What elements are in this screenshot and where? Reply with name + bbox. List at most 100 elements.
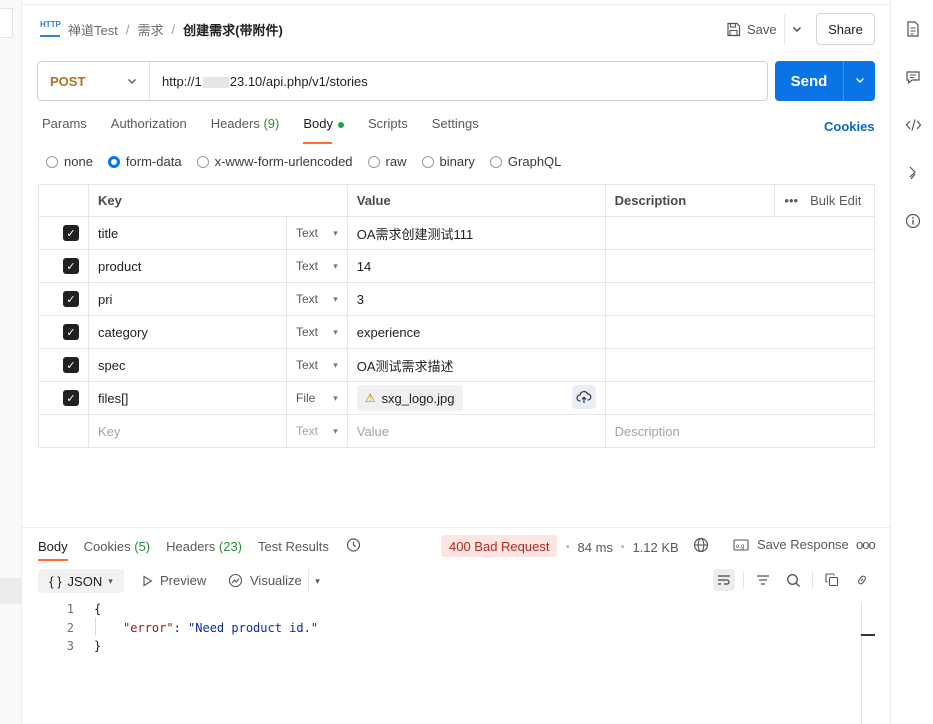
- response-tab-body[interactable]: Body: [38, 539, 68, 561]
- type-cell[interactable]: Text ▾: [285, 216, 348, 250]
- more-options-icon[interactable]: ooo: [856, 537, 876, 552]
- description-cell[interactable]: [604, 249, 876, 283]
- response-time[interactable]: 84 ms: [578, 540, 613, 555]
- response-tab-cookies[interactable]: Cookies (5): [84, 539, 150, 554]
- radio-form-data[interactable]: [107, 155, 120, 168]
- type-select[interactable]: Text ▾: [296, 325, 338, 339]
- tab-authorization[interactable]: Authorization: [111, 116, 187, 138]
- key-cell[interactable]: files[]: [88, 381, 287, 415]
- filter-icon[interactable]: [752, 569, 774, 591]
- bulk-edit-button[interactable]: ••• Bulk Edit: [784, 193, 865, 208]
- method-select[interactable]: POST: [38, 62, 150, 100]
- response-tab-test-results[interactable]: Test Results: [258, 539, 329, 554]
- type-select[interactable]: Text ▾: [296, 424, 338, 438]
- save-response-button[interactable]: e.g Save Response: [733, 537, 849, 552]
- type-select[interactable]: File ▾: [296, 391, 338, 405]
- key-placeholder[interactable]: Key: [88, 414, 287, 448]
- history-icon[interactable]: [345, 537, 361, 556]
- value-cell[interactable]: OA测试需求描述: [346, 348, 606, 382]
- row-checkbox[interactable]: ✓: [63, 357, 79, 373]
- code-icon[interactable]: [904, 116, 922, 134]
- send-options-button[interactable]: [844, 75, 875, 88]
- key-cell[interactable]: title: [88, 216, 287, 250]
- request-title[interactable]: 创建需求(带附件): [183, 20, 283, 39]
- value-placeholder[interactable]: Value: [346, 414, 606, 448]
- cloud-upload-icon[interactable]: [571, 385, 596, 409]
- search-icon[interactable]: [782, 569, 804, 591]
- radio-none[interactable]: [46, 155, 58, 168]
- response-divider[interactable]: [22, 527, 890, 528]
- key-cell[interactable]: category: [88, 315, 287, 349]
- type-select[interactable]: Text ▾: [296, 226, 338, 240]
- type-select[interactable]: Text ▾: [296, 259, 338, 273]
- key-cell[interactable]: pri: [88, 282, 287, 316]
- row-checkbox[interactable]: ✓: [63, 291, 79, 307]
- row-checkbox[interactable]: ✓: [63, 258, 79, 274]
- type-cell[interactable]: Text ▾: [285, 315, 348, 349]
- cookies-link[interactable]: Cookies: [824, 119, 875, 134]
- description-placeholder[interactable]: Description: [604, 414, 876, 448]
- description-cell[interactable]: [604, 381, 876, 415]
- file-chip[interactable]: ⚠ sxg_logo.jpg: [356, 385, 463, 411]
- share-button[interactable]: Share: [816, 13, 875, 45]
- response-body-code[interactable]: 1{ 2 "error": "Need product id." 3}: [56, 600, 318, 656]
- description-cell[interactable]: [604, 282, 876, 316]
- tab-params[interactable]: Params: [42, 116, 87, 138]
- visualize-options-button[interactable]: ▾: [308, 569, 326, 593]
- format-select[interactable]: { } JSON ▾: [38, 569, 124, 593]
- body-type-binary[interactable]: binary: [421, 154, 475, 169]
- response-size[interactable]: 1.12 KB: [632, 540, 678, 555]
- response-tab-headers[interactable]: Headers (23): [166, 539, 242, 554]
- info-icon[interactable]: [904, 212, 922, 230]
- value-cell[interactable]: 14: [346, 249, 606, 283]
- radio-urlencoded[interactable]: [196, 155, 209, 168]
- preview-button[interactable]: Preview: [142, 573, 206, 588]
- type-cell[interactable]: Text ▾: [285, 414, 348, 448]
- type-select[interactable]: Text ▾: [296, 292, 338, 306]
- breadcrumb-item-folder[interactable]: 需求: [137, 20, 163, 39]
- value-cell[interactable]: OA需求创建测试111: [346, 216, 606, 250]
- value-cell[interactable]: 3: [346, 282, 606, 316]
- save-button[interactable]: Save: [722, 14, 781, 44]
- documentation-icon[interactable]: [904, 20, 922, 38]
- visualize-button[interactable]: Visualize: [228, 573, 302, 588]
- code-scrollbar[interactable]: [861, 602, 862, 724]
- type-cell[interactable]: File ▾: [285, 381, 348, 415]
- radio-binary[interactable]: [421, 155, 434, 168]
- url-input[interactable]: http://1 23.10/api.php/v1/stories: [150, 74, 368, 89]
- description-cell[interactable]: [604, 216, 876, 250]
- tab-scripts[interactable]: Scripts: [368, 116, 408, 138]
- link-icon[interactable]: [851, 569, 873, 591]
- row-checkbox[interactable]: ✓: [63, 225, 79, 241]
- body-type-graphql[interactable]: GraphQL: [489, 154, 561, 169]
- sidebar-tab-edge[interactable]: [0, 8, 13, 38]
- value-cell[interactable]: experience: [346, 315, 606, 349]
- tab-settings[interactable]: Settings: [432, 116, 479, 138]
- type-cell[interactable]: Text ▾: [285, 249, 348, 283]
- related-collections-icon[interactable]: [904, 164, 922, 182]
- row-checkbox[interactable]: ✓: [63, 324, 79, 340]
- status-badge[interactable]: 400 Bad Request: [441, 535, 558, 557]
- body-type-none[interactable]: none: [46, 154, 93, 169]
- radio-raw[interactable]: [367, 155, 380, 168]
- send-button[interactable]: Send: [775, 61, 875, 101]
- body-type-form-data[interactable]: form-data: [107, 154, 182, 169]
- description-cell[interactable]: [604, 315, 876, 349]
- type-cell[interactable]: Text ▾: [285, 282, 348, 316]
- key-cell[interactable]: spec: [88, 348, 287, 382]
- body-type-raw[interactable]: raw: [367, 154, 407, 169]
- copy-icon[interactable]: [821, 569, 843, 591]
- radio-graphql[interactable]: [489, 155, 502, 168]
- description-cell[interactable]: [604, 348, 876, 382]
- type-select[interactable]: Text ▾: [296, 358, 338, 372]
- row-checkbox[interactable]: ✓: [63, 390, 79, 406]
- type-cell[interactable]: Text ▾: [285, 348, 348, 382]
- breadcrumb-item-workspace[interactable]: 禅道Test: [68, 20, 118, 39]
- comments-icon[interactable]: [904, 68, 922, 86]
- globe-icon[interactable]: [693, 537, 709, 557]
- key-cell[interactable]: product: [88, 249, 287, 283]
- value-cell[interactable]: ⚠ sxg_logo.jpg: [346, 381, 606, 415]
- wrap-lines-icon[interactable]: [713, 569, 735, 591]
- save-options-button[interactable]: [784, 14, 808, 44]
- tab-headers[interactable]: Headers (9): [211, 116, 280, 138]
